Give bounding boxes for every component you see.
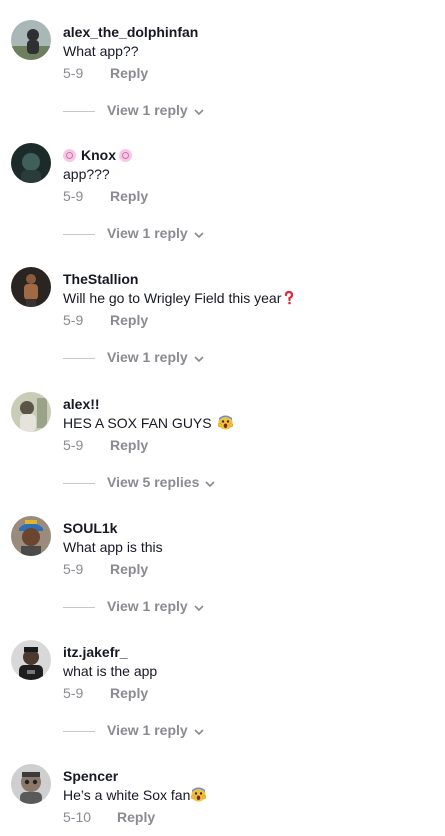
comment-date: 5-10 — [63, 809, 92, 825]
comment-text: He’s a white Sox fan — [63, 786, 207, 806]
username[interactable]: SOUL1k — [63, 520, 117, 536]
chevron-down-icon — [194, 349, 204, 367]
comment-item: alex_the_dolphinfan What app?? 5-9 Reply… — [0, 20, 445, 144]
comment-item: TheStallion Will he go to Wrigley Field … — [0, 267, 445, 391]
view-replies-label: View 1 reply — [107, 225, 188, 241]
username[interactable]: itz.jakefr_ — [63, 644, 128, 660]
username: Knox — [81, 147, 116, 163]
divider-line — [63, 110, 95, 112]
view-replies-button[interactable]: View 1 reply — [63, 597, 204, 615]
reply-button[interactable]: Reply — [110, 561, 148, 577]
avatar[interactable] — [11, 20, 51, 60]
reply-button[interactable]: Reply — [110, 65, 148, 81]
view-replies-button[interactable]: View 1 reply — [63, 224, 204, 242]
comment-item: Knox app??? 5-9 Reply View 1 reply — [0, 143, 445, 267]
comment-text-content: HES A SOX FAN GUYS — [63, 415, 212, 431]
divider-line — [63, 357, 95, 359]
view-replies-label: View 1 reply — [107, 102, 188, 118]
comment-text: What app is this — [63, 539, 163, 555]
username[interactable]: alex!! — [63, 396, 100, 412]
username-row[interactable]: Knox — [63, 147, 132, 163]
view-replies-label: View 1 reply — [107, 722, 188, 738]
comment-text-content: He’s a white Sox fan — [63, 787, 191, 803]
chevron-down-icon — [194, 102, 204, 120]
comment-text: HES A SOX FAN GUYS — [63, 414, 233, 434]
comment-date: 5-9 — [63, 561, 84, 577]
avatar[interactable] — [11, 392, 51, 432]
comment-item: alex!! HES A SOX FAN GUYS 5-9 Reply View… — [0, 392, 445, 516]
reply-button[interactable]: Reply — [110, 312, 148, 328]
username[interactable]: alex_the_dolphinfan — [63, 24, 198, 40]
username[interactable]: Spencer — [63, 768, 118, 784]
comments-list: alex_the_dolphinfan What app?? 5-9 Reply… — [0, 0, 445, 836]
comment-date: 5-9 — [63, 312, 84, 328]
avatar[interactable] — [11, 143, 51, 183]
username[interactable]: TheStallion — [63, 271, 138, 287]
comment-date: 5-9 — [63, 437, 84, 453]
comment-item: SOUL1k What app is this 5-9 Reply View 1… — [0, 516, 445, 640]
screaming-face-emoji-icon — [191, 787, 207, 806]
chevron-down-icon — [194, 722, 204, 740]
comment-item: itz.jakefr_ what is the app 5-9 Reply Vi… — [0, 640, 445, 764]
comment-text: Will he go to Wrigley Field this year — [63, 289, 294, 309]
reply-button[interactable]: Reply — [110, 437, 148, 453]
view-replies-button[interactable]: View 1 reply — [63, 348, 204, 366]
comment-text: what is the app — [63, 663, 158, 679]
view-replies-button[interactable]: View 5 replies — [63, 473, 215, 491]
comment-date: 5-9 — [63, 65, 84, 81]
reply-button[interactable]: Reply — [110, 685, 148, 701]
comment-text: What app?? — [63, 43, 139, 59]
avatar[interactable] — [11, 516, 51, 556]
view-replies-label: View 5 replies — [107, 474, 200, 490]
view-replies-label: View 1 reply — [107, 349, 188, 365]
comment-text: app??? — [63, 166, 110, 182]
divider-line — [63, 606, 95, 608]
chevron-down-icon — [194, 225, 204, 243]
avatar[interactable] — [11, 267, 51, 307]
comment-date: 5-9 — [63, 188, 84, 204]
divider-line — [63, 482, 95, 484]
comment-date: 5-9 — [63, 685, 84, 701]
divider-line — [63, 233, 95, 235]
reply-button[interactable]: Reply — [110, 188, 148, 204]
view-replies-label: View 1 reply — [107, 598, 188, 614]
pink-swirl-badge-icon — [63, 149, 76, 162]
screaming-face-emoji-icon — [217, 415, 233, 434]
avatar[interactable] — [11, 764, 51, 804]
comment-item: Spencer He’s a white Sox fan 5-10 Reply — [0, 764, 445, 836]
view-replies-button[interactable]: View 1 reply — [63, 101, 204, 119]
chevron-down-icon — [205, 474, 215, 492]
red-question-mark-icon — [284, 290, 294, 309]
view-replies-button[interactable]: View 1 reply — [63, 721, 204, 739]
comment-text-content: Will he go to Wrigley Field this year — [63, 290, 282, 306]
chevron-down-icon — [194, 598, 204, 616]
reply-button[interactable]: Reply — [117, 809, 155, 825]
avatar[interactable] — [11, 640, 51, 680]
divider-line — [63, 730, 95, 732]
pink-swirl-badge-icon — [119, 149, 132, 162]
